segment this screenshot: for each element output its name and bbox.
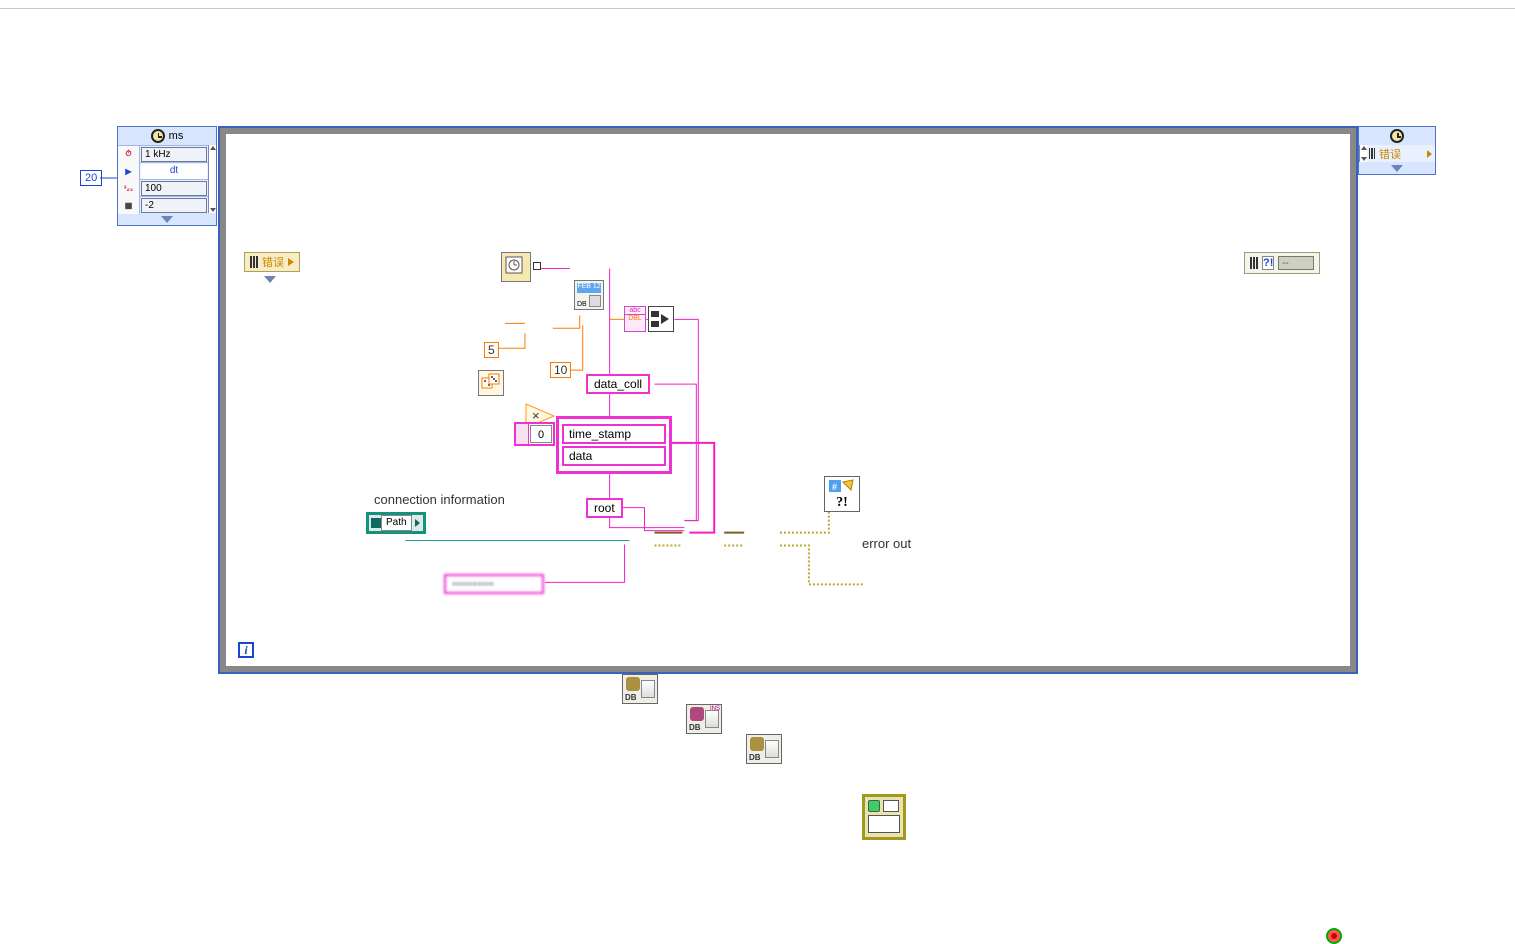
path-control[interactable]: Path — [366, 512, 426, 534]
expand-down-icon[interactable] — [161, 216, 173, 223]
random-number-vi[interactable] — [478, 370, 504, 396]
cluster-constant[interactable]: time_stamp data — [556, 416, 672, 474]
block-diagram-canvas[interactable]: 20 ms ⏱ 1 kHz ▶ dt ³₂₁ 100 — [0, 18, 1515, 688]
dt-label[interactable]: dt — [141, 164, 207, 179]
loop-rate-field[interactable]: 1 kHz — [141, 147, 207, 162]
format-datetime-vi[interactable]: FEB 12 DB — [574, 280, 604, 310]
clock-icon — [151, 129, 165, 143]
output-terminal — [533, 262, 541, 270]
error-out-right-label: 错误 — [1377, 146, 1427, 162]
error-wire-icon — [250, 256, 258, 268]
cluster-item-data[interactable]: data — [562, 446, 666, 466]
arrow-right-icon — [1427, 150, 1432, 158]
timed-loop-left-node[interactable]: ms ⏱ 1 kHz ▶ dt ³₂₁ 100 ▦ -2 — [117, 126, 217, 226]
svg-text:#: # — [832, 482, 837, 492]
case-selector-tunnel[interactable]: ?! -- — [1244, 252, 1320, 274]
timed-loop-frame[interactable]: 错误 FEB 12 DB — [218, 126, 1358, 674]
dt-icon: ▶ — [118, 163, 140, 180]
cfg-scroll[interactable] — [208, 145, 216, 213]
selector-value-box[interactable]: -- — [1278, 256, 1314, 270]
arrow-right-icon — [288, 258, 294, 266]
cfg-scroll-right[interactable] — [1359, 145, 1367, 162]
arrow-right-icon — [415, 519, 420, 527]
db-insert-vi[interactable]: INS DB — [686, 704, 722, 734]
error-in-label: 错误 — [262, 254, 284, 270]
feb-label: FEB 12 — [577, 283, 601, 293]
processor-icon: ▦ — [118, 197, 140, 214]
numeric-constant-10[interactable]: 10 — [550, 362, 571, 378]
priority-icon: ³₂₁ — [118, 180, 140, 197]
timed-loop-right-node[interactable]: 错误 — [1358, 126, 1436, 175]
source-box — [868, 815, 900, 833]
status-led — [868, 800, 880, 812]
expand-down-icon[interactable] — [264, 276, 276, 283]
get-datetime-vi[interactable] — [501, 252, 531, 282]
array-index-value[interactable]: 0 — [530, 425, 552, 443]
array-index-control[interactable]: 0 — [514, 422, 555, 446]
loop-header: ms — [118, 127, 216, 145]
loop-unit-label: ms — [169, 130, 184, 142]
cluster-item-time-stamp[interactable]: time_stamp — [562, 424, 666, 444]
error-in-tunnel[interactable]: 错误 — [244, 252, 300, 272]
chevron-down-icon — [210, 208, 216, 212]
numeric-constant-5[interactable]: 5 — [484, 342, 499, 358]
stop-terminal[interactable] — [1326, 928, 1342, 944]
error-query-glyph: ?! — [824, 494, 860, 512]
string-constant-root[interactable]: root — [586, 498, 623, 518]
error-out-label: error out — [862, 536, 911, 551]
concat-string-vi[interactable] — [648, 306, 674, 332]
expand-down-icon[interactable] — [1391, 165, 1403, 172]
clock-icon — [1390, 129, 1404, 143]
iteration-terminal[interactable]: i — [238, 642, 254, 658]
folder-icon — [371, 518, 381, 528]
code-box — [883, 800, 899, 812]
loop-drawing-area[interactable]: 错误 FEB 12 DB — [220, 128, 1356, 672]
mini-grid-icon — [589, 295, 601, 307]
connection-info-label: connection information — [374, 492, 505, 507]
error-out-indicator[interactable] — [862, 794, 906, 840]
selector-q-icon: ?! — [1262, 256, 1274, 270]
number-to-string-vi[interactable]: abc DBL — [624, 306, 646, 332]
chevron-up-icon — [210, 146, 216, 150]
page-divider — [0, 8, 1515, 9]
path-text[interactable]: Path — [381, 515, 412, 531]
svg-text:×: × — [532, 408, 540, 423]
period-constant[interactable]: 20 — [80, 170, 102, 186]
db-label: DB — [577, 301, 587, 308]
loop-header-right — [1359, 127, 1435, 145]
wires-overlay — [226, 134, 1350, 670]
string-constant-data-coll[interactable]: data_coll — [586, 374, 650, 394]
db-close-vi[interactable]: DB — [746, 734, 782, 764]
processor-field[interactable]: -2 — [141, 198, 207, 213]
password-constant[interactable]: •••••••••• — [444, 574, 544, 594]
priority-field[interactable]: 100 — [141, 181, 207, 196]
timer-source-icon: ⏱ — [118, 146, 140, 163]
